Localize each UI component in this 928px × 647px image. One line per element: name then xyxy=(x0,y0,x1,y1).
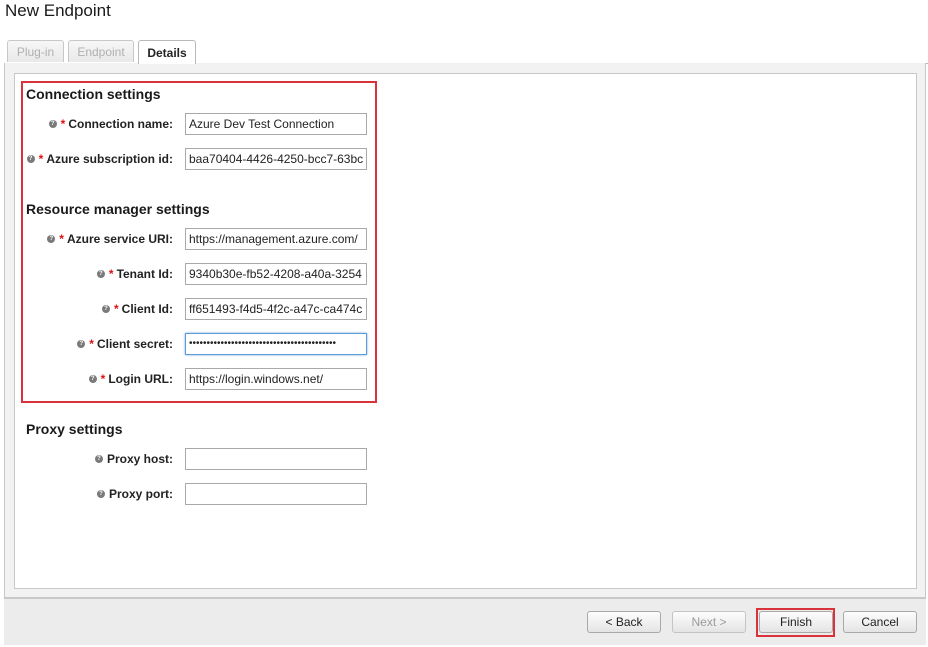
client-id-label: ? * Client Id: xyxy=(102,302,173,316)
help-icon[interactable]: ? xyxy=(88,375,97,383)
client-secret-input[interactable]: ••••••••••••••••••••••••••••••••••••••••… xyxy=(185,333,367,355)
resource-manager-settings-heading: Resource manager settings xyxy=(26,201,210,217)
tab-endpoint[interactable]: Endpoint xyxy=(68,40,134,62)
help-icon[interactable]: ? xyxy=(48,120,57,128)
help-icon[interactable]: ? xyxy=(77,340,86,348)
tab-plug-in[interactable]: Plug-in xyxy=(7,40,64,62)
tenant-id-label: ? * Tenant Id: xyxy=(96,267,173,281)
required-marker: * xyxy=(100,372,106,386)
proxy-host-input[interactable] xyxy=(185,448,367,470)
service-uri-label: ? * Azure service URI: xyxy=(47,232,173,246)
login-url-input[interactable]: https://login.windows.net/ xyxy=(185,368,367,390)
required-marker: * xyxy=(38,152,44,166)
subscription-id-label: ? * Azure subscription id: xyxy=(26,152,173,166)
help-icon[interactable]: ? xyxy=(94,455,103,463)
details-form-area xyxy=(14,73,917,589)
required-marker: * xyxy=(89,337,94,351)
cancel-button[interactable]: Cancel xyxy=(843,611,917,633)
required-marker: * xyxy=(60,117,66,131)
proxy-host-label: ? Proxy host: xyxy=(94,452,173,466)
required-marker: * xyxy=(59,232,64,246)
help-icon[interactable]: ? xyxy=(96,270,105,278)
tenant-id-input[interactable]: 9340b30e-fb52-4208-a40a-3254 xyxy=(185,263,367,285)
proxy-settings-heading: Proxy settings xyxy=(26,421,123,437)
login-url-label: ? * Login URL: xyxy=(88,372,173,386)
next-button[interactable]: Next > xyxy=(672,611,746,633)
required-marker: * xyxy=(114,302,119,316)
connection-name-label: ? * Connection name: xyxy=(48,117,173,131)
client-secret-label: ? * Client secret: xyxy=(77,337,173,351)
subscription-id-input[interactable]: baa70404-4426-4250-bcc7-63bc xyxy=(185,148,367,170)
help-icon[interactable]: ? xyxy=(96,490,105,498)
help-icon[interactable]: ? xyxy=(102,305,110,313)
help-icon[interactable]: ? xyxy=(26,155,35,163)
client-id-input[interactable]: ff651493-f4d5-4f2c-a47c-ca474c xyxy=(185,298,367,320)
required-marker: * xyxy=(108,267,114,281)
connection-settings-heading: Connection settings xyxy=(26,86,161,102)
back-button[interactable]: < Back xyxy=(587,611,661,633)
proxy-port-label: ? Proxy port: xyxy=(96,487,173,501)
dialog-title: New Endpoint xyxy=(5,1,111,20)
service-uri-input[interactable]: https://management.azure.com/ xyxy=(185,228,367,250)
finish-button[interactable]: Finish xyxy=(759,611,833,633)
tab-details[interactable]: Details xyxy=(138,40,196,64)
connection-name-input[interactable]: Azure Dev Test Connection xyxy=(185,113,367,135)
proxy-port-input[interactable] xyxy=(185,483,367,505)
help-icon[interactable]: ? xyxy=(47,235,56,243)
